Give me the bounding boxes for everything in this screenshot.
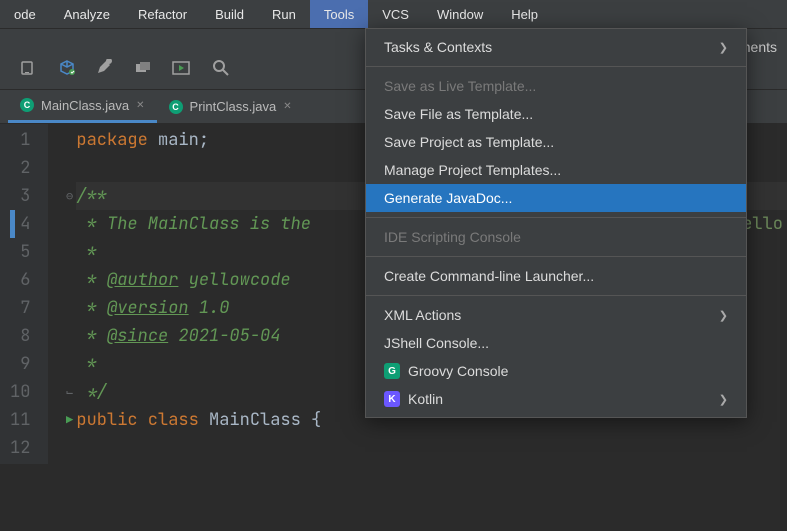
- menu-item-label: Save Project as Template...: [384, 134, 554, 150]
- gutter-line: 7: [10, 294, 30, 322]
- menu-run[interactable]: Run: [258, 0, 310, 28]
- menu-item-label: Generate JavaDoc...: [384, 190, 512, 206]
- menu-item-label: KKotlin: [384, 391, 443, 407]
- cube-icon[interactable]: [58, 59, 76, 82]
- gutter-line: 2: [10, 154, 30, 182]
- class-file-icon: C: [169, 100, 183, 114]
- class-file-icon: C: [20, 98, 34, 112]
- gutter-line: 9: [10, 350, 30, 378]
- menu-separator: [366, 256, 746, 257]
- menu-separator: [366, 217, 746, 218]
- code-line[interactable]: [76, 434, 787, 462]
- menu-analyze[interactable]: Analyze: [50, 0, 124, 28]
- menu-item-label: Manage Project Templates...: [384, 162, 561, 178]
- search-icon[interactable]: [212, 59, 230, 82]
- fold-start-icon[interactable]: ⊖: [66, 182, 73, 210]
- run-config-icon[interactable]: [172, 59, 192, 82]
- menu-item-save-as-live-template: Save as Live Template...: [366, 72, 746, 100]
- menu-item-xml-actions[interactable]: XML Actions ❯: [366, 301, 746, 329]
- menu-item-jshell-console[interactable]: JShell Console...: [366, 329, 746, 357]
- menu-tools[interactable]: Tools: [310, 0, 368, 28]
- gutter-line: 1: [10, 126, 30, 154]
- menu-item-label: Save File as Template...: [384, 106, 533, 122]
- menu-item-manage-project-templates[interactable]: Manage Project Templates...: [366, 156, 746, 184]
- gutter-line: 8: [10, 322, 30, 350]
- gutter-line: 12: [10, 434, 30, 462]
- groovy-icon: G: [384, 363, 400, 379]
- menu-window[interactable]: Window: [423, 0, 497, 28]
- menu-build[interactable]: Build: [201, 0, 258, 28]
- menu-item-generate-javadoc[interactable]: Generate JavaDoc...: [366, 184, 746, 212]
- menu-item-groovy-console[interactable]: GGroovy Console: [366, 357, 746, 385]
- gutter-line: 11▶: [10, 406, 30, 434]
- menu-item-save-project-as-template[interactable]: Save Project as Template...: [366, 128, 746, 156]
- wrench-icon[interactable]: [96, 59, 114, 82]
- gutter: 123⊖45678910⌙11▶12: [0, 124, 48, 464]
- menu-item-label: Tasks & Contexts: [384, 39, 492, 55]
- close-icon[interactable]: ✕: [283, 101, 291, 112]
- menu-separator: [366, 66, 746, 67]
- menu-item-tasks-contexts[interactable]: Tasks & Contexts ❯: [366, 33, 746, 61]
- menu-vcs[interactable]: VCS: [368, 0, 423, 28]
- chevron-right-icon: ❯: [719, 393, 728, 406]
- gutter-line: 5: [10, 238, 30, 266]
- menu-item-kotlin[interactable]: KKotlin ❯: [366, 385, 746, 413]
- chevron-right-icon: ❯: [719, 41, 728, 54]
- menu-item-create-command-line-launcher[interactable]: Create Command-line Launcher...: [366, 262, 746, 290]
- folders-icon[interactable]: [134, 59, 152, 82]
- run-gutter-icon[interactable]: ▶: [66, 406, 73, 434]
- tab-mainclass-java[interactable]: C MainClass.java ✕: [8, 90, 157, 123]
- menu-refactor[interactable]: Refactor: [124, 0, 201, 28]
- menu-item-label: GGroovy Console: [384, 363, 508, 379]
- menu-item-ide-scripting-console: IDE Scripting Console: [366, 223, 746, 251]
- gutter-line: 4: [10, 210, 30, 238]
- menu-item-label: Save as Live Template...: [384, 78, 536, 94]
- tab-label: PrintClass.java: [190, 99, 277, 114]
- menu-item-label: XML Actions: [384, 307, 461, 323]
- close-icon[interactable]: ✕: [136, 100, 144, 111]
- gutter-line: 3⊖: [10, 182, 30, 210]
- menu-item-save-file-as-template[interactable]: Save File as Template...: [366, 100, 746, 128]
- tools-menu-dropdown: Tasks & Contexts ❯ Save as Live Template..…: [365, 28, 747, 418]
- gutter-line: 10⌙: [10, 378, 30, 406]
- toolbar-icons: [20, 59, 230, 82]
- tab-label: MainClass.java: [41, 98, 129, 113]
- kotlin-icon: K: [384, 391, 400, 407]
- gutter-line: 6: [10, 266, 30, 294]
- fold-end-icon[interactable]: ⌙: [66, 378, 73, 406]
- menu-help[interactable]: Help: [497, 0, 552, 28]
- menu-ode[interactable]: ode: [0, 0, 50, 28]
- tab-printclass-java[interactable]: C PrintClass.java ✕: [157, 90, 304, 123]
- menu-item-label: JShell Console...: [384, 335, 489, 351]
- menu-item-label: Create Command-line Launcher...: [384, 268, 594, 284]
- menubar: odeAnalyzeRefactorBuildRunToolsVCSWindow…: [0, 0, 787, 28]
- menu-item-label: IDE Scripting Console: [384, 229, 521, 245]
- chevron-right-icon: ❯: [719, 309, 728, 322]
- menu-separator: [366, 295, 746, 296]
- device-icon[interactable]: [20, 59, 38, 82]
